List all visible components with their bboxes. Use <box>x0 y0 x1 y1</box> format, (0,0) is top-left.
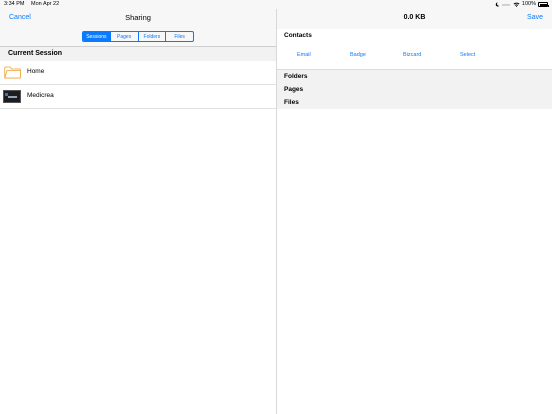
segment-bar: Sessions Pages Folders Files <box>0 29 276 47</box>
sharing-navbar: Cancel Sharing <box>0 9 276 29</box>
status-time: 3:34 PM <box>4 1 25 7</box>
section-header-pages: Pages <box>277 82 552 96</box>
battery-percent: 100% <box>521 1 536 7</box>
section-header-contacts: Contacts <box>277 29 552 42</box>
share-details-pane: 0.0 KB Save Contacts Email Badge Bizcard… <box>277 9 552 414</box>
scope-segmented-control: Sessions Pages Folders Files <box>82 31 194 42</box>
wifi-icon <box>513 2 520 7</box>
status-date: Mon Apr 22 <box>31 1 60 7</box>
save-button[interactable]: Save <box>527 14 543 21</box>
battery-icon <box>538 2 549 7</box>
badge-button[interactable]: Badge <box>350 52 366 58</box>
list-item-medicrea[interactable]: Medicrea <box>0 85 276 109</box>
signal-dots-icon <box>502 3 510 6</box>
segment-folders[interactable]: Folders <box>139 32 167 41</box>
size-title: 0.0 KB <box>403 13 426 21</box>
segment-pages[interactable]: Pages <box>111 32 139 41</box>
bizcard-button[interactable]: Bizcard <box>403 52 421 58</box>
folder-icon <box>4 66 21 79</box>
section-header-folders: Folders <box>277 69 552 83</box>
sharing-pane: Cancel Sharing Sessions Pages Folders Fi… <box>0 9 276 414</box>
list-item-home[interactable]: Home <box>0 61 276 85</box>
contact-actions: Email Badge Bizcard Select <box>277 42 552 69</box>
segment-sessions[interactable]: Sessions <box>83 32 111 41</box>
page-title: Sharing <box>125 13 151 22</box>
list-item-label: Home <box>27 68 45 75</box>
segment-files[interactable]: Files <box>166 32 193 41</box>
section-header-files: Files <box>277 95 552 109</box>
select-button[interactable]: Select <box>460 52 475 58</box>
moon-icon <box>495 2 500 7</box>
email-button[interactable]: Email <box>297 52 311 58</box>
session-thumbnail-icon <box>3 90 21 103</box>
list-item-label: Medicrea <box>27 92 54 99</box>
details-navbar: 0.0 KB Save <box>277 9 552 29</box>
section-header-current-session: Current Session <box>0 47 276 61</box>
status-bar: 3:34 PM Mon Apr 22 100% <box>0 0 552 9</box>
